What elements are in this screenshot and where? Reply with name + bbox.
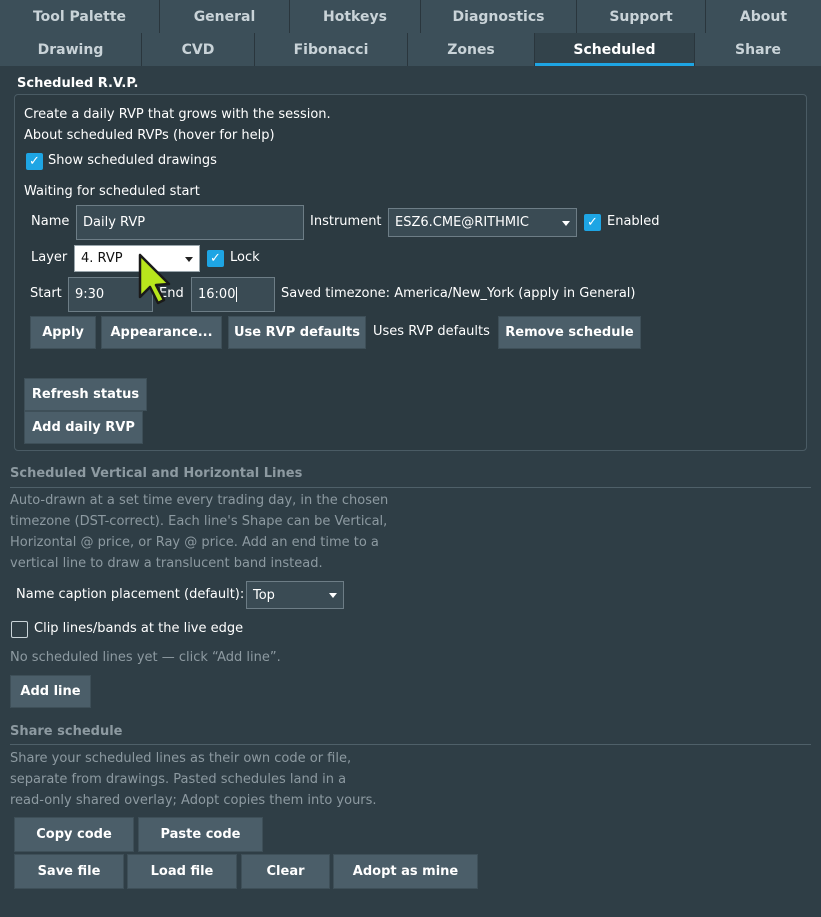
save-file-button[interactable]: Save file bbox=[14, 854, 124, 889]
no-lines-text: No scheduled lines yet — click “Add line… bbox=[10, 650, 281, 665]
share-section-title: Share schedule bbox=[10, 724, 123, 739]
tab-drawing[interactable]: Drawing bbox=[0, 33, 142, 66]
uses-defaults-text: Uses RVP defaults bbox=[373, 324, 490, 339]
end-time-input[interactable]: 16:00 bbox=[191, 277, 275, 312]
share-desc-2: separate from drawings. Pasted schedules… bbox=[10, 772, 347, 787]
instrument-label: Instrument bbox=[310, 214, 382, 229]
timezone-text: Saved timezone: America/New_York (apply … bbox=[281, 286, 636, 301]
tab-row-primary: Tool Palette General Hotkeys Diagnostics… bbox=[0, 0, 821, 33]
show-drawings-label: Show scheduled drawings bbox=[48, 153, 217, 168]
load-file-button[interactable]: Load file bbox=[127, 854, 237, 889]
add-line-button[interactable]: Add line bbox=[10, 675, 91, 708]
show-drawings-checkbox[interactable]: ✓ bbox=[26, 153, 43, 170]
enabled-checkbox[interactable]: ✓ bbox=[584, 214, 601, 231]
tab-row-secondary: Drawing CVD Fibonacci Zones Scheduled Sh… bbox=[0, 33, 821, 66]
start-label: Start bbox=[30, 286, 62, 301]
share-divider bbox=[10, 744, 811, 745]
appearance-button[interactable]: Appearance... bbox=[101, 316, 222, 349]
rvp-intro-text: Create a daily RVP that grows with the s… bbox=[24, 107, 331, 122]
text-caret bbox=[236, 287, 238, 302]
tab-support[interactable]: Support bbox=[577, 0, 706, 33]
lines-desc-2: timezone (DST-correct). Each line's Shap… bbox=[10, 514, 388, 529]
clip-lines-checkbox[interactable] bbox=[11, 621, 28, 638]
copy-code-button[interactable]: Copy code bbox=[14, 817, 134, 852]
use-rvp-defaults-button[interactable]: Use RVP defaults bbox=[228, 316, 366, 349]
tab-about[interactable]: About bbox=[706, 0, 821, 33]
tab-general[interactable]: General bbox=[160, 0, 290, 33]
caption-placement-label: Name caption placement (default): bbox=[16, 587, 245, 602]
tab-diagnostics[interactable]: Diagnostics bbox=[421, 0, 577, 33]
clip-lines-label: Clip lines/bands at the live edge bbox=[34, 621, 244, 636]
caption-placement-value: Top bbox=[253, 587, 275, 603]
lines-desc-1: Auto-drawn at a set time every trading d… bbox=[10, 493, 389, 508]
share-desc-1: Share your scheduled lines as their own … bbox=[10, 751, 352, 766]
tab-tool-palette[interactable]: Tool Palette bbox=[0, 0, 160, 33]
instrument-select[interactable]: ESZ6.CME@RITHMIC bbox=[388, 208, 577, 237]
lines-desc-3: Horizontal @ price, or Ray @ price. Add … bbox=[10, 535, 379, 550]
chevron-down-icon bbox=[329, 593, 337, 598]
lines-divider bbox=[10, 487, 811, 488]
name-input[interactable]: Daily RVP bbox=[76, 205, 304, 240]
rvp-status-text: Waiting for scheduled start bbox=[24, 184, 200, 199]
apply-button[interactable]: Apply bbox=[30, 316, 96, 349]
tab-hotkeys[interactable]: Hotkeys bbox=[290, 0, 421, 33]
tab-fibonacci[interactable]: Fibonacci bbox=[255, 33, 408, 66]
refresh-status-button[interactable]: Refresh status bbox=[24, 378, 147, 411]
tab-share[interactable]: Share bbox=[695, 33, 821, 66]
tab-cvd[interactable]: CVD bbox=[142, 33, 255, 66]
remove-schedule-button[interactable]: Remove schedule bbox=[498, 316, 641, 349]
add-daily-rvp-button[interactable]: Add daily RVP bbox=[24, 411, 143, 444]
end-time-value: 16:00 bbox=[198, 287, 236, 302]
name-label: Name bbox=[31, 214, 70, 229]
paste-code-button[interactable]: Paste code bbox=[138, 817, 263, 852]
chevron-down-icon bbox=[185, 256, 193, 262]
rvp-about-help: About scheduled RVPs (hover for help) bbox=[24, 128, 275, 143]
share-desc-3: read-only shared overlay; Adopt copies t… bbox=[10, 793, 377, 808]
enabled-label: Enabled bbox=[607, 214, 660, 229]
mouse-pointer-icon bbox=[138, 253, 171, 305]
layer-value: 4. RVP bbox=[81, 251, 123, 266]
lines-desc-4: vertical line to draw a translucent band… bbox=[10, 556, 323, 571]
layer-label: Layer bbox=[31, 250, 68, 265]
instrument-value: ESZ6.CME@RITHMIC bbox=[395, 215, 529, 230]
lock-checkbox[interactable]: ✓ bbox=[207, 250, 224, 267]
chevron-down-icon bbox=[562, 220, 570, 226]
rvp-section-title: Scheduled R.V.P. bbox=[17, 76, 139, 91]
clear-button[interactable]: Clear bbox=[241, 854, 330, 889]
tab-scheduled[interactable]: Scheduled bbox=[535, 33, 695, 66]
layer-select[interactable]: 4. RVP bbox=[74, 245, 200, 272]
adopt-as-mine-button[interactable]: Adopt as mine bbox=[333, 854, 478, 889]
tab-zones[interactable]: Zones bbox=[408, 33, 535, 66]
caption-placement-select[interactable]: Top bbox=[246, 581, 344, 609]
lock-label: Lock bbox=[230, 250, 260, 265]
lines-section-title: Scheduled Vertical and Horizontal Lines bbox=[10, 466, 303, 481]
